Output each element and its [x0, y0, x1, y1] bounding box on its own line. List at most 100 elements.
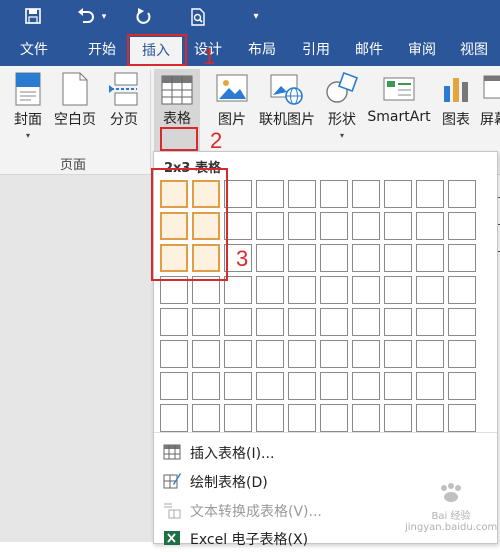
grid-cell[interactable] [352, 180, 380, 208]
grid-cell[interactable] [352, 308, 380, 336]
chart-button[interactable]: 图表 [436, 72, 476, 129]
grid-cell[interactable] [384, 180, 412, 208]
grid-cell[interactable] [384, 340, 412, 368]
grid-cell[interactable] [192, 372, 220, 400]
annotation-box-insert-tab [127, 34, 187, 66]
online-picture-label: 联机图片 [259, 112, 315, 128]
grid-cell[interactable] [288, 212, 316, 240]
grid-cell[interactable] [256, 340, 284, 368]
grid-cell[interactable] [256, 372, 284, 400]
grid-cell[interactable] [224, 404, 252, 432]
grid-cell[interactable] [256, 180, 284, 208]
insert-table-menu-item[interactable]: 插入表格(I)... [154, 438, 497, 466]
grid-cell[interactable] [160, 404, 188, 432]
grid-cell[interactable] [320, 212, 348, 240]
grid-cell[interactable] [224, 180, 252, 208]
grid-cell[interactable] [352, 212, 380, 240]
grid-cell[interactable] [224, 276, 252, 304]
grid-cell[interactable] [256, 212, 284, 240]
table-label: 表格 [163, 111, 191, 127]
grid-cell[interactable] [320, 308, 348, 336]
menu-separator [154, 432, 497, 433]
grid-cell[interactable] [384, 372, 412, 400]
grid-cell[interactable] [160, 372, 188, 400]
grid-cell[interactable] [320, 244, 348, 272]
blank-page-button[interactable]: 空白页 [52, 72, 98, 129]
grid-cell[interactable] [320, 180, 348, 208]
grid-cell[interactable] [288, 372, 316, 400]
grid-cell[interactable] [416, 212, 444, 240]
grid-cell[interactable] [352, 244, 380, 272]
grid-cell[interactable] [448, 212, 476, 240]
grid-cell[interactable] [224, 308, 252, 336]
grid-cell[interactable] [384, 244, 412, 272]
grid-cell[interactable] [416, 404, 444, 432]
grid-cell[interactable] [416, 372, 444, 400]
tab-references[interactable]: 引用 [294, 34, 338, 66]
grid-cell[interactable] [256, 308, 284, 336]
undo-dropdown-icon[interactable]: ▾ [97, 5, 111, 29]
blank-page-label: 空白页 [54, 112, 96, 128]
tab-layout[interactable]: 布局 [240, 34, 284, 66]
shapes-button[interactable]: 形状 ▾ [322, 72, 362, 140]
screenshot-button[interactable]: 屏幕 [480, 72, 500, 129]
grid-cell[interactable] [192, 404, 220, 432]
grid-cell[interactable] [192, 308, 220, 336]
grid-cell[interactable] [416, 308, 444, 336]
grid-cell[interactable] [224, 340, 252, 368]
grid-cell[interactable] [416, 276, 444, 304]
grid-cell[interactable] [352, 276, 380, 304]
grid-cell[interactable] [288, 244, 316, 272]
grid-cell[interactable] [192, 340, 220, 368]
tab-mailings[interactable]: 邮件 [347, 34, 391, 66]
undo-icon[interactable] [74, 5, 98, 29]
grid-cell[interactable] [288, 180, 316, 208]
grid-cell[interactable] [256, 276, 284, 304]
grid-cell[interactable] [224, 212, 252, 240]
grid-cell[interactable] [320, 372, 348, 400]
grid-cell[interactable] [448, 244, 476, 272]
grid-cell[interactable] [160, 308, 188, 336]
tab-home[interactable]: 开始 [78, 34, 126, 66]
grid-cell[interactable] [448, 340, 476, 368]
grid-cell[interactable] [288, 404, 316, 432]
grid-cell[interactable] [416, 244, 444, 272]
grid-cell[interactable] [288, 340, 316, 368]
grid-cell[interactable] [288, 276, 316, 304]
online-picture-button[interactable]: 联机图片 [256, 72, 318, 129]
grid-cell[interactable] [352, 404, 380, 432]
tab-review[interactable]: 审阅 [400, 34, 444, 66]
page-break-button[interactable]: 分页 [104, 72, 144, 129]
grid-cell[interactable] [448, 276, 476, 304]
grid-cell[interactable] [384, 308, 412, 336]
grid-cell[interactable] [416, 180, 444, 208]
grid-cell[interactable] [256, 244, 284, 272]
redo-icon[interactable] [132, 5, 156, 29]
grid-cell[interactable] [352, 372, 380, 400]
print-preview-icon[interactable] [186, 5, 210, 29]
smartart-button[interactable]: SmartArt [366, 72, 432, 125]
grid-cell[interactable] [160, 340, 188, 368]
grid-cell[interactable] [288, 308, 316, 336]
grid-cell[interactable] [416, 340, 444, 368]
grid-cell[interactable] [448, 308, 476, 336]
grid-cell[interactable] [384, 404, 412, 432]
grid-cell[interactable] [320, 340, 348, 368]
grid-cell[interactable] [320, 404, 348, 432]
grid-cell[interactable] [352, 340, 380, 368]
customize-icon[interactable]: ▾ [244, 5, 268, 29]
picture-button[interactable]: 图片 [212, 72, 252, 129]
grid-cell[interactable] [448, 372, 476, 400]
grid-cell[interactable] [320, 276, 348, 304]
grid-cell[interactable] [384, 212, 412, 240]
grid-cell[interactable] [256, 404, 284, 432]
tab-file[interactable]: 文件 [10, 34, 58, 66]
tab-view[interactable]: 视图 [452, 34, 496, 66]
page-break-icon [109, 72, 138, 106]
grid-cell[interactable] [224, 372, 252, 400]
grid-cell[interactable] [384, 276, 412, 304]
save-icon[interactable] [21, 5, 45, 29]
cover-page-button[interactable]: 封面 ▾ [8, 72, 48, 140]
grid-cell[interactable] [448, 180, 476, 208]
grid-cell[interactable] [448, 404, 476, 432]
